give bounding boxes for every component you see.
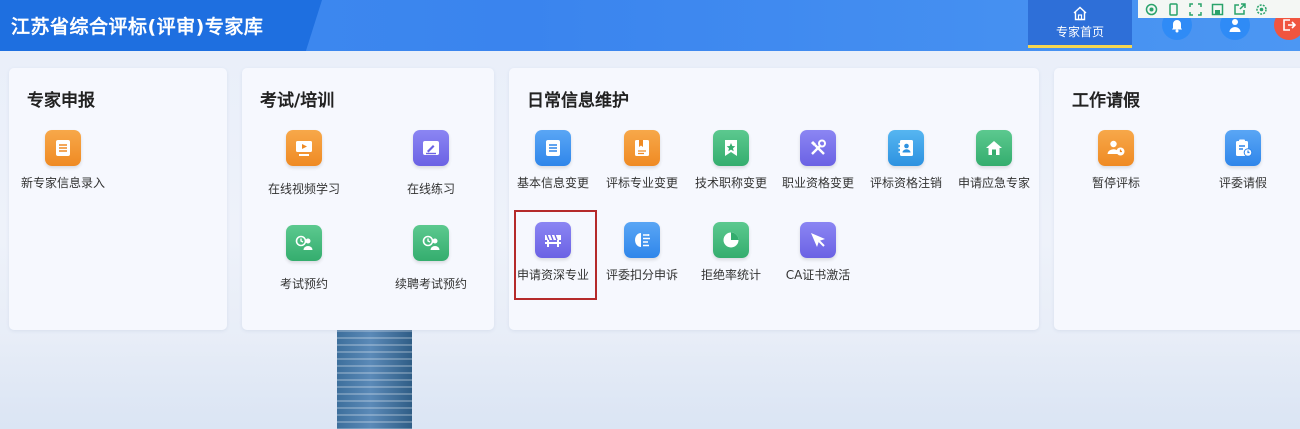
list-icon	[535, 130, 571, 166]
card-title: 工作请假	[1072, 91, 1140, 111]
settings-icon[interactable]	[1254, 2, 1268, 16]
logout-icon	[1283, 19, 1297, 31]
browser-extension-toolbar	[1138, 0, 1300, 18]
tile-label: 评标资格注销	[869, 176, 942, 190]
document-icon	[624, 130, 660, 166]
tile-label: 基本信息变更	[516, 176, 589, 190]
top-header: 江苏省综合评标(评审)专家库 专家首页	[0, 0, 1300, 51]
tools-icon	[800, 130, 836, 166]
card-title: 日常信息维护	[527, 91, 629, 111]
tile-bid-qualification-cancel[interactable]: 评标资格注销	[861, 130, 951, 191]
home-outline-icon	[1073, 6, 1087, 21]
tile-label: 拒绝率统计	[700, 268, 761, 282]
capture-icon[interactable]	[1144, 2, 1158, 16]
tile-new-expert-entry[interactable]: 新专家信息录入	[18, 130, 108, 191]
clipboard-clock-icon	[1225, 130, 1261, 166]
tile-label: 续聘考试预约	[394, 277, 467, 291]
tab-expert-home[interactable]: 专家首页	[1028, 0, 1132, 48]
phone-icon[interactable]	[1166, 2, 1180, 16]
app-title: 江苏省综合评标(评审)专家库	[11, 16, 264, 38]
card-work-leave: 工作请假	[1054, 68, 1300, 330]
card-title: 考试/培训	[260, 91, 335, 111]
pie-chart-icon	[713, 222, 749, 258]
tab-expert-home-label: 专家首页	[1055, 25, 1104, 39]
share-icon[interactable]	[1232, 2, 1246, 16]
active-tab-underline	[1028, 45, 1132, 48]
selection-highlight-box	[514, 210, 597, 300]
save-icon[interactable]	[1210, 2, 1224, 16]
card-title: 专家申报	[27, 91, 95, 111]
tile-label: 技术职称变更	[694, 176, 767, 190]
user-icon	[1229, 19, 1241, 32]
tile-deduction-appeal[interactable]: 评委扣分申诉	[597, 222, 687, 283]
edit-icon	[413, 130, 449, 166]
tile-label: 评委扣分申诉	[605, 268, 678, 282]
background-skyscraper-windows	[337, 330, 412, 429]
tile-rejection-rate-stats[interactable]: 拒绝率统计	[686, 222, 776, 283]
badge-icon	[713, 130, 749, 166]
tile-evaluator-leave[interactable]: 评委请假	[1198, 130, 1288, 191]
tile-label: 职业资格变更	[781, 176, 854, 190]
user-pause-icon	[1098, 130, 1134, 166]
tile-label: 新专家信息录入	[20, 176, 105, 190]
tile-online-practice[interactable]: 在线练习	[386, 130, 476, 197]
tile-bid-specialty-change[interactable]: 评标专业变更	[597, 130, 687, 191]
tile-label: 申请应急专家	[957, 176, 1030, 190]
brain-icon	[624, 222, 660, 258]
tile-online-video-learning[interactable]: 在线视频学习	[259, 130, 349, 197]
list-icon	[45, 130, 81, 166]
tile-label: CA证书激活	[785, 268, 851, 282]
tile-professional-qualification-change[interactable]: 职业资格变更	[773, 130, 863, 191]
tile-label: 评标专业变更	[605, 176, 678, 190]
cursor-icon	[800, 222, 836, 258]
user-clock-icon	[286, 225, 322, 261]
video-icon	[286, 130, 322, 166]
card-expert-application: 专家申报	[9, 68, 227, 330]
bell-icon	[1172, 20, 1182, 33]
tile-apply-emergency-expert[interactable]: 申请应急专家	[949, 130, 1039, 191]
tile-label: 在线练习	[406, 182, 455, 196]
tile-ca-certificate-activation[interactable]: CA证书激活	[773, 222, 863, 283]
tile-label: 暂停评标	[1091, 176, 1140, 190]
tile-reappointment-exam-booking[interactable]: 续聘考试预约	[386, 225, 476, 292]
background-haze	[0, 340, 1300, 429]
contact-book-icon	[888, 130, 924, 166]
tile-suspend-bidding[interactable]: 暂停评标	[1071, 130, 1161, 191]
tile-basic-info-change[interactable]: 基本信息变更	[508, 130, 598, 191]
home-icon	[976, 130, 1012, 166]
tile-exam-booking[interactable]: 考试预约	[259, 225, 349, 292]
user-clock-icon	[413, 225, 449, 261]
tile-technical-title-change[interactable]: 技术职称变更	[686, 130, 776, 191]
tile-label: 评委请假	[1218, 176, 1267, 190]
tile-label: 考试预约	[279, 277, 328, 291]
fullscreen-icon[interactable]	[1188, 2, 1202, 16]
tile-label: 在线视频学习	[267, 182, 340, 196]
